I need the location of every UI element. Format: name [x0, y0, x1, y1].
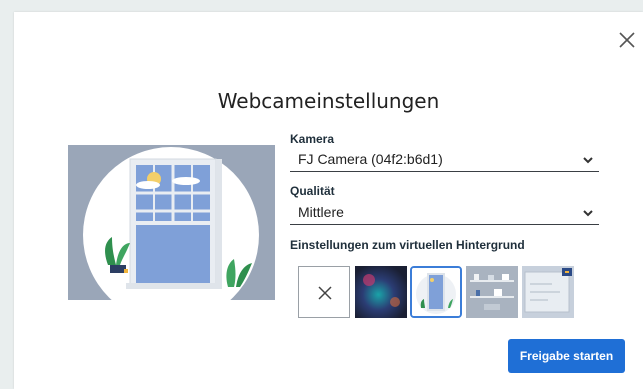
- close-icon[interactable]: [616, 29, 638, 51]
- background-option-whiteboard-room[interactable]: [522, 266, 574, 318]
- quality-select[interactable]: Mittlere: [290, 202, 599, 225]
- camera-select[interactable]: FJ Camera (04f2:b6d1): [290, 149, 599, 172]
- quality-select-value: Mittlere: [298, 204, 344, 220]
- close-icon: [318, 286, 332, 300]
- dialog-title: Webcameinstellungen: [217, 89, 440, 113]
- background-option-none[interactable]: [298, 266, 350, 318]
- start-sharing-button[interactable]: Freigabe starten: [508, 339, 625, 373]
- webcam-preview: [68, 145, 275, 300]
- background-option-office-shelves[interactable]: [466, 266, 518, 318]
- camera-select-value: FJ Camera (04f2:b6d1): [298, 151, 443, 167]
- virtual-background-label: Einstellungen zum virtuellen Hintergrund: [290, 238, 525, 252]
- background-option-blur-image[interactable]: [355, 266, 407, 318]
- webcam-settings-dialog: Webcameinstellungen Kamera FJ Camera (04…: [14, 12, 643, 389]
- chevron-down-icon: [583, 157, 593, 164]
- camera-label: Kamera: [290, 132, 335, 146]
- chevron-down-icon: [583, 210, 593, 217]
- quality-label: Qualität: [290, 184, 335, 198]
- background-option-window-illustration[interactable]: [410, 266, 462, 318]
